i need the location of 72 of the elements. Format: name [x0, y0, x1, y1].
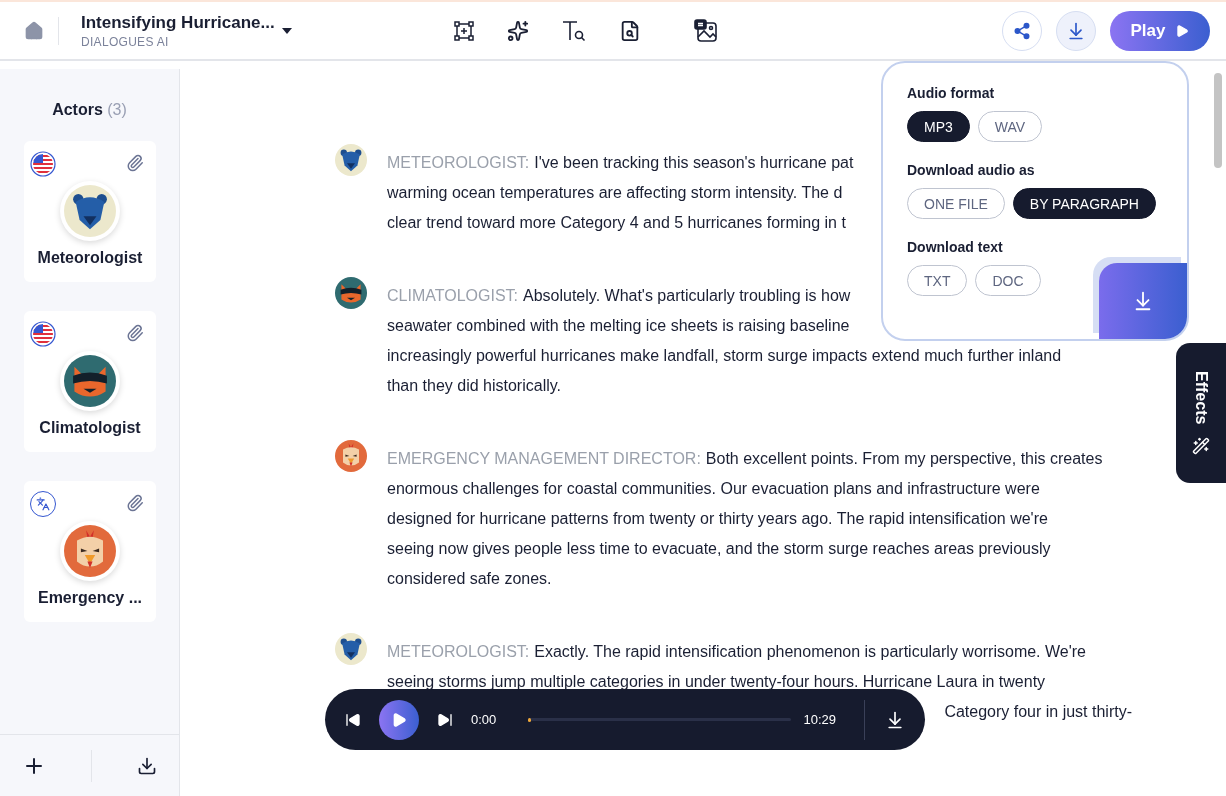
dialogue-text: clear trend toward more Category 4 and 5 hurricanes forming in t [387, 213, 846, 233]
bear-avatar [64, 185, 116, 237]
speaker-label: METEOROLOGIST: [387, 642, 530, 662]
download-icon [1066, 20, 1086, 41]
speaker-label: METEOROLOGIST: [387, 153, 530, 173]
caret-icon[interactable] [281, 26, 293, 35]
rooster-avatar [64, 525, 116, 577]
dialogue-text: warming ocean temperatures are affecting storm intensity. The d [387, 183, 843, 203]
home-icon[interactable] [24, 20, 44, 41]
paperclip-icon[interactable] [126, 324, 144, 342]
current-time: 0:00 [471, 712, 497, 727]
section-title: Download audio as [907, 162, 1036, 178]
dialogue-text: than they did historically. [387, 376, 561, 396]
dialogue-text: Category four in just thirty- [944, 702, 1132, 722]
dialogue-text: enormous challenges for coastal communities. Our evacuation plans and infrastructure were [387, 479, 1040, 499]
format-option[interactable]: DOC [975, 265, 1041, 296]
section-title: Download text [907, 239, 1004, 255]
paperclip-icon[interactable] [126, 494, 144, 512]
dialogue-text: Absolutely. What's particularly troubling is how [523, 286, 851, 306]
effects-tab[interactable]: Effects [1176, 343, 1226, 483]
dialogue-text: increasingly powerful hurricanes make landfall, storm surge impacts extend much further inland [387, 346, 1062, 366]
dialogue-text: seeing storms jump multiple categories in under twenty-four hours. Hurricane Laura in twenty [387, 672, 1046, 692]
project-subtitle: DIALOGUES AI [81, 34, 170, 49]
bear-avatar [335, 633, 367, 665]
sparkles-icon[interactable] [507, 19, 529, 42]
play-icon[interactable] [379, 699, 419, 740]
total-time: 10:29 [803, 712, 836, 727]
fox-avatar [335, 277, 367, 309]
file-search-icon[interactable] [619, 19, 641, 42]
paperclip-icon[interactable] [126, 154, 144, 172]
frame-plus-icon[interactable] [453, 19, 475, 42]
download-icon[interactable] [136, 755, 157, 776]
actor-card[interactable]: Meteorologist [24, 141, 156, 282]
speaker-label: CLIMATOLOGIST: [387, 286, 518, 306]
flag-icon [30, 321, 56, 347]
dialogue-text: seawater combined with the melting ice sheets is raising baseline [387, 316, 850, 336]
download-button[interactable] [1056, 10, 1096, 51]
text-search-icon[interactable] [561, 18, 587, 43]
format-option[interactable]: MP3 [907, 111, 970, 142]
format-option[interactable]: ONE FILE [907, 188, 1005, 219]
play-icon [1175, 23, 1190, 38]
share-button[interactable] [1002, 10, 1042, 51]
previous-icon[interactable] [345, 711, 361, 728]
dialogue-text: considered safe zones. [387, 569, 552, 589]
magic-wand-icon [1192, 436, 1210, 455]
share-icon [1013, 21, 1031, 40]
project-title: Intensifying Hurricane... [81, 12, 276, 33]
fox-avatar [64, 355, 116, 407]
format-option[interactable]: TXT [907, 265, 968, 296]
next-icon[interactable] [437, 711, 453, 728]
format-option[interactable]: WAV [977, 111, 1043, 142]
actor-name: Emergency ... [37, 589, 142, 607]
section-title: Audio format [907, 85, 996, 101]
actor-name: Meteorologist [37, 249, 143, 267]
dialogue-text: Exactly. The rapid intensification phenomenon is particularly worrisome. We're [534, 642, 1086, 662]
format-option[interactable]: BY PARAGRAPH [1012, 188, 1156, 219]
dialogue-text: designed for hurricane patterns from twenty or thirty years ago. The rapid intensification we're [387, 509, 1048, 529]
actors-heading: Actors (3) [51, 101, 128, 119]
dialogue-text: seeing now gives people less time to evacuate, and the storm surge reaches areas previously [387, 539, 1051, 559]
actor-card[interactable]: Emergency ... [24, 481, 156, 622]
flag-icon [30, 151, 56, 177]
image-icon[interactable] [693, 18, 719, 43]
speaker-label: EMERGENCY MANAGEMENT DIRECTOR: [387, 449, 701, 469]
play-button[interactable]: Play [1110, 10, 1210, 51]
rooster-avatar [335, 440, 367, 472]
dialogue-text: I've been tracking this season's hurricane pat [534, 153, 854, 173]
download-icon[interactable] [885, 709, 905, 730]
actor-name: Climatologist [39, 419, 141, 437]
scrollbar[interactable] [1214, 73, 1222, 168]
dialogue-text: Both excellent points. From my perspective, this creates [705, 449, 1103, 469]
bear-avatar [335, 144, 367, 176]
actor-card[interactable]: Climatologist [24, 311, 156, 452]
